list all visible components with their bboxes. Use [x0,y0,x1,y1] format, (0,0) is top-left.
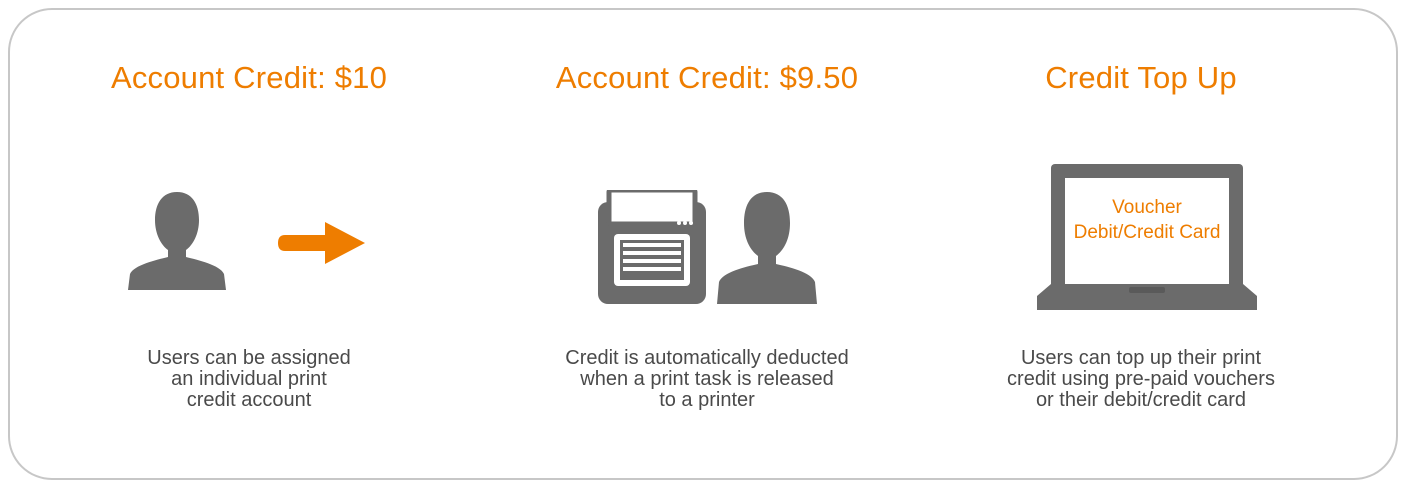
arrow-right-icon [278,222,365,264]
screen-line-card: Debit/Credit Card [1073,222,1221,243]
step-description: Users can be assigned an individual prin… [147,347,351,411]
step-title: Account Credit: $10 [110,60,388,95]
step-credit-top-up: Credit Top Up Voucher Debit/Credit Card … [921,0,1361,488]
user-icon [128,192,226,290]
step-account-credit: Account Credit: $10 Users can be assigne… [29,0,469,488]
printer-icon [598,190,706,304]
step-description: Users can top up their print credit usin… [1007,347,1275,411]
step-credit-deducted: Account Credit: $9.50 Credit is automati… [487,0,927,488]
step-title: Credit Top Up [1045,60,1237,95]
step-description: Credit is automatically deducted when a … [565,347,849,411]
screen-line-voucher: Voucher [1112,197,1182,218]
step-title: Account Credit: $9.50 [555,60,859,95]
laptop-icon: Voucher Debit/Credit Card [1035,164,1259,310]
laptop-screen-text: Voucher Debit/Credit Card [1035,195,1259,245]
user-icon [717,192,817,304]
